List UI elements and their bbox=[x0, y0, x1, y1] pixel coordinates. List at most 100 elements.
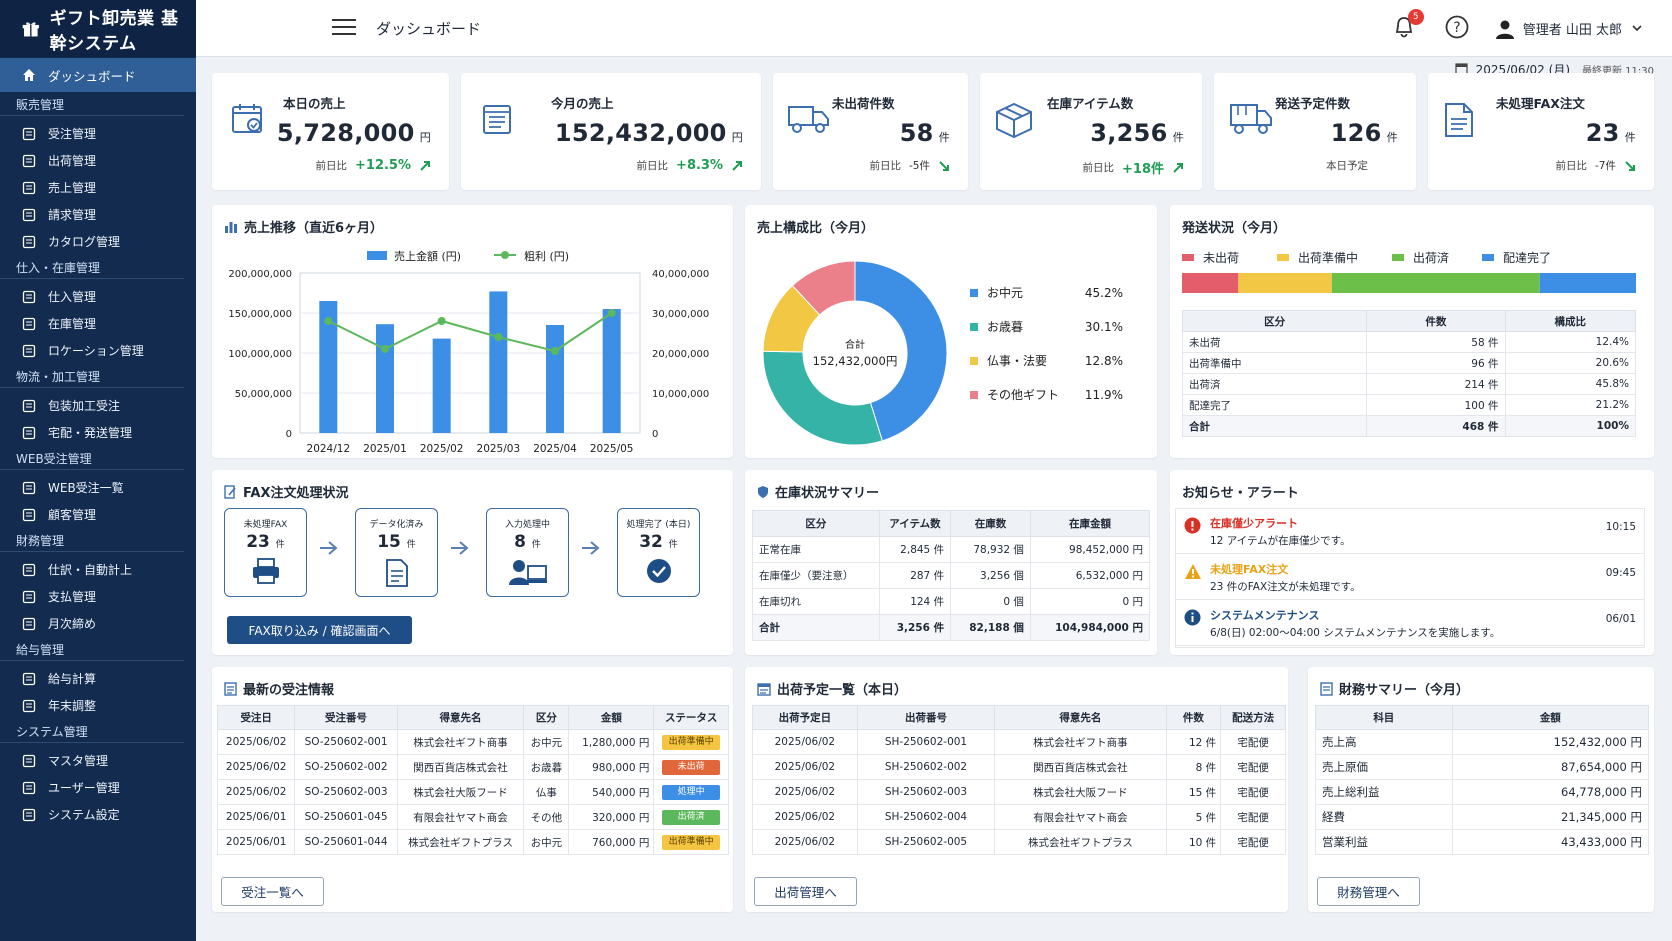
sidebar-item[interactable]: 年末調整 bbox=[0, 692, 196, 719]
help-icon[interactable]: ? bbox=[1445, 15, 1469, 42]
sidebar-item[interactable]: 月次締め bbox=[0, 610, 196, 637]
table-row[interactable]: 2025/06/02 SO-250602-003 株式会社大阪フード 仏事 540,00… bbox=[216, 779, 729, 805]
table-row[interactable]: 売上原価 87,654,000 円 bbox=[1315, 754, 1650, 780]
kpi-unit: 件 bbox=[1172, 131, 1184, 144]
fax-import-button[interactable]: FAX取り込み / 確認画面へ bbox=[227, 616, 412, 644]
sidebar-group: 仕入・在庫管理仕入管理在庫管理 ロケーション管理 bbox=[0, 257, 196, 364]
table-row[interactable]: 未出荷 58 件 12.4% bbox=[1181, 331, 1636, 353]
table-cell: 2025/06/02 bbox=[216, 779, 296, 805]
table-row[interactable]: 在庫僅少（要注意） 287 件 3,256 個 6,532,000 円 bbox=[752, 562, 1151, 589]
kpi-value: 5,728,000 bbox=[276, 119, 415, 147]
sidebar-item[interactable]: 仕訳・自動計上 bbox=[0, 556, 196, 583]
fax-step[interactable]: 入力処理中 8 件 bbox=[486, 508, 569, 597]
sidebar-item[interactable]: 在庫管理 bbox=[0, 310, 196, 337]
table-cell: 3,256 個 bbox=[950, 562, 1031, 589]
table-row[interactable]: 合計 468 件 100% bbox=[1181, 415, 1636, 437]
table-row[interactable]: 営業利益 43,433,000 円 bbox=[1315, 829, 1650, 855]
table-cell: 78,932 個 bbox=[950, 536, 1031, 563]
table-row[interactable]: 2025/06/01 SO-250601-044 株式会社ギフトプラス お中元 760,… bbox=[216, 829, 729, 855]
legend-swatch bbox=[970, 323, 978, 331]
alert-item[interactable]: システムメンテナンス 6/8(日) 02:00〜04:00 システムメンテナンスを… bbox=[1176, 603, 1644, 646]
sidebar-item[interactable]: ユーザー管理 bbox=[0, 774, 196, 801]
table-cell: 124 件 bbox=[878, 588, 952, 615]
sidebar-item[interactable]: 請求管理 bbox=[0, 201, 196, 228]
sidebar-item[interactable]: 仕入管理 bbox=[0, 283, 196, 310]
table-row[interactable]: 2025/06/02 SH-250602-005 株式会社ギフトプラス 10 件宅配便 bbox=[752, 829, 1286, 855]
shipment-management-button[interactable]: 出荷管理へ bbox=[754, 877, 857, 906]
kpi-value: 23 bbox=[1585, 119, 1620, 147]
fax-step[interactable]: 処理完了 (本日) 32 件 bbox=[617, 508, 700, 597]
menu-document-icon bbox=[22, 317, 36, 331]
table-cell: 82,188 個 bbox=[950, 614, 1031, 641]
column-header: 件数 bbox=[1165, 705, 1222, 730]
fax-step-value: 32 件 bbox=[618, 532, 699, 552]
sidebar-group-heading: 仕入・在庫管理 bbox=[0, 257, 184, 279]
sidebar-item[interactable]: 支払管理 bbox=[0, 583, 196, 610]
sidebar-item[interactable]: カタログ管理 bbox=[0, 228, 196, 255]
table-cell: SH-250602-002 bbox=[856, 754, 996, 780]
sidebar-item[interactable]: 給与計算 bbox=[0, 665, 196, 692]
sidebar-item-dashboard[interactable]: ダッシュボード bbox=[0, 58, 196, 92]
fax-step-count: 15 bbox=[377, 532, 401, 552]
table-row[interactable]: 配達完了 100 件 21.2% bbox=[1181, 394, 1636, 416]
order-list-button[interactable]: 受注一覧へ bbox=[221, 877, 324, 906]
notification-bell-icon[interactable]: 5 bbox=[1393, 9, 1424, 41]
scheduled-shipments-card[interactable]: 発送予定件数 126 件 本日予定 bbox=[1214, 73, 1416, 190]
sidebar-item-label: 仕入管理 bbox=[48, 290, 97, 304]
table-row[interactable]: 2025/06/02 SO-250602-002 関西百貨店株式会社 お歳暮 980,0… bbox=[216, 754, 729, 780]
table-row[interactable]: 出荷済 214 件 45.8% bbox=[1181, 373, 1636, 395]
table-cell: 宅配便 bbox=[1220, 779, 1286, 805]
fax-step-label: データ化済み bbox=[369, 520, 424, 530]
sidebar-item-label: 売上管理 bbox=[48, 181, 97, 195]
table-row[interactable]: 2025/06/02 SO-250602-001 株式会社ギフト商事 お中元 1,280… bbox=[216, 729, 729, 755]
month-sales-card[interactable]: 今月の売上 152,432,000 円 前日比 +8.3% bbox=[461, 73, 761, 190]
sidebar-item[interactable]: ロケーション管理 bbox=[0, 337, 196, 364]
hamburger-menu-icon[interactable] bbox=[332, 18, 356, 39]
kpi-value: 3,256 bbox=[1090, 119, 1168, 147]
user-menu[interactable]: 管理者 山田 太郎 bbox=[1495, 19, 1642, 39]
sidebar-item[interactable]: 出荷管理 bbox=[0, 147, 196, 174]
table-row[interactable]: 売上総利益 64,778,000 円 bbox=[1315, 779, 1650, 805]
sidebar-item[interactable]: マスタ管理 bbox=[0, 747, 196, 774]
alert-item[interactable]: 在庫僅少アラート 12 アイテムが在庫僅少です。 10:15 bbox=[1176, 511, 1644, 554]
unshipped-card[interactable]: 未出荷件数 58 件 前日比 -5件 bbox=[773, 73, 968, 190]
table-row[interactable]: 合計 3,256 件 82,188 個 104,984,000 円 bbox=[752, 614, 1151, 641]
fax-step[interactable]: 未処理FAX 23 件 bbox=[224, 508, 307, 597]
table-cell: 540,000 円 bbox=[568, 779, 655, 805]
status-cell: 出荷準備中 bbox=[653, 829, 729, 855]
sidebar-item[interactable]: 顧客管理 bbox=[0, 501, 196, 528]
finance-management-button[interactable]: 財務管理へ bbox=[1317, 877, 1420, 906]
x-tick-label: 2025/02 bbox=[420, 443, 464, 455]
column-header: 得意先名 bbox=[994, 705, 1167, 730]
status-cell: 処理中 bbox=[653, 779, 729, 805]
table-row[interactable]: 経費 21,345,000 円 bbox=[1315, 804, 1650, 830]
alert-title: システムメンテナンス bbox=[1210, 609, 1320, 622]
alert-item[interactable]: 未処理FAX注文 23 件のFAX注文が未処理です。 09:45 bbox=[1176, 557, 1644, 600]
sidebar-item[interactable]: 宅配・発送管理 bbox=[0, 419, 196, 446]
table-row[interactable]: 売上高 152,432,000 円 bbox=[1315, 729, 1650, 755]
sidebar-item[interactable]: 包装加工受注 bbox=[0, 392, 196, 419]
today-sales-card[interactable]: 本日の売上 5,728,000 円 前日比 +12.5% bbox=[212, 73, 449, 190]
sidebar-item[interactable]: 受注管理 bbox=[0, 120, 196, 147]
unprocessed-fax-card[interactable]: 未処理FAX注文 23 件 前日比 -7件 bbox=[1428, 73, 1654, 190]
table-cell: 10 件 bbox=[1165, 829, 1222, 855]
sidebar-item[interactable]: WEB受注一覧 bbox=[0, 474, 196, 501]
table-row[interactable]: 正常在庫 2,845 件 78,932 個 98,452,000 円 bbox=[752, 536, 1151, 563]
table-row[interactable]: 2025/06/02 SH-250602-001 株式会社ギフト商事 12 件宅配便 bbox=[752, 729, 1286, 755]
fax-step[interactable]: データ化済み 15 件 bbox=[355, 508, 438, 597]
stock-items-card[interactable]: 在庫アイテム数 3,256 件 前日比 +18件 bbox=[980, 73, 1202, 190]
sidebar-item[interactable]: システム設定 bbox=[0, 801, 196, 828]
table-row[interactable]: 2025/06/02 SH-250602-003 株式会社大阪フード 15 件宅配便 bbox=[752, 779, 1286, 805]
sidebar-item-label: カタログ管理 bbox=[48, 235, 121, 249]
kpi-unit: 円 bbox=[419, 131, 431, 144]
column-header: 受注日 bbox=[216, 705, 296, 730]
app-brand[interactable]: ギフト卸売業 基幹システム bbox=[0, 0, 196, 57]
shipping-status-panel: 発送状況（今月） 未出荷 出荷準備中 出荷済 配達完了 区分 件数 構成比 未出荷 58 件1… bbox=[1170, 205, 1654, 458]
table-row[interactable]: 2025/06/01 SO-250601-045 有限会社ヤマト商会 その他 320,0… bbox=[216, 804, 729, 830]
sidebar-item[interactable]: 売上管理 bbox=[0, 174, 196, 201]
table-row[interactable]: 2025/06/02 SH-250602-004 有限会社ヤマト商会 5 件宅配便 bbox=[752, 804, 1286, 830]
table-row[interactable]: 出荷準備中 96 件 20.6% bbox=[1181, 352, 1636, 374]
table-row[interactable]: 在庫切れ 124 件0 個0 円 bbox=[752, 588, 1151, 615]
kpi-delta: +12.5% bbox=[355, 158, 411, 173]
table-row[interactable]: 2025/06/02 SH-250602-002 関西百貨店株式会社 8 件宅配便 bbox=[752, 754, 1286, 780]
